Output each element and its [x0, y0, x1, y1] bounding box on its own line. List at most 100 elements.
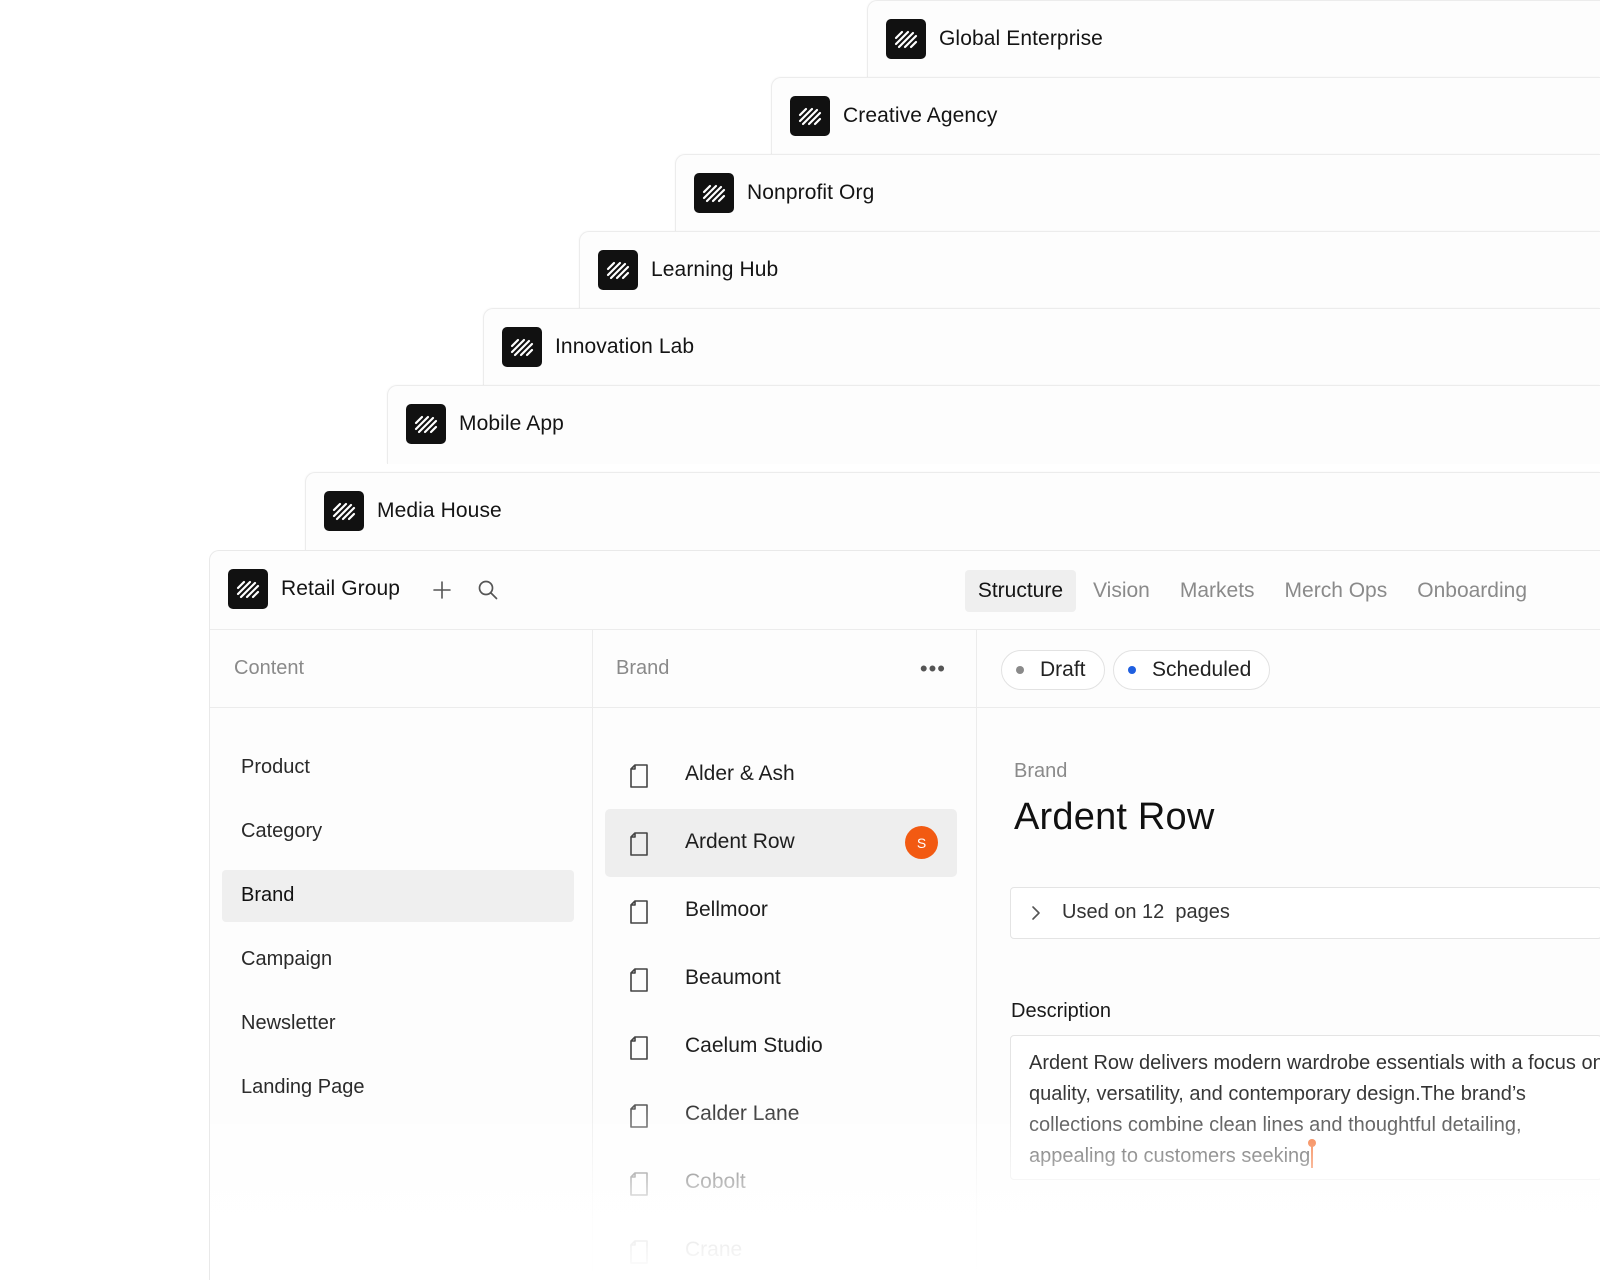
document-icon [630, 1240, 648, 1264]
brand-name: Crane [685, 1238, 743, 1261]
detail-panel: Draft Scheduled Brand Ardent Row Used on… [976, 630, 1600, 1280]
workspace-card-mobile-app[interactable]: Mobile App [387, 385, 1600, 464]
workspace-logo-icon [694, 173, 734, 213]
list-item[interactable]: Alder & Ash [605, 741, 957, 809]
workspace-card-creative-agency[interactable]: Creative Agency [771, 77, 1600, 156]
list-item[interactable]: Crane [605, 1217, 957, 1285]
tab-structure[interactable]: Structure [964, 570, 1077, 612]
tab-vision[interactable]: Vision [1080, 570, 1163, 612]
more-options-icon[interactable]: ••• [920, 656, 946, 682]
document-icon [630, 1172, 648, 1196]
workspace-name: Media House [377, 499, 502, 522]
workspace-card-learning-hub[interactable]: Learning Hub [579, 231, 1600, 310]
content-column-header: Content [210, 630, 592, 708]
nav-item-brand[interactable]: Brand [222, 870, 574, 922]
description-line-last: appealing to customers seeking [1029, 1138, 1317, 1172]
workspace-logo-icon [886, 19, 926, 59]
tab-bar: Structure Vision Markets Merch Ops Onboa… [964, 570, 1540, 612]
current-workspace[interactable]: Retail Group [228, 569, 400, 609]
workspace-name: Mobile App [459, 412, 564, 435]
cursor-handle-icon [1308, 1138, 1317, 1147]
brand-name: Ardent Row [685, 830, 795, 853]
draft-dot-icon [1016, 666, 1024, 674]
usage-expander[interactable]: Used on 12 pages [1010, 887, 1600, 939]
workspace-card-global-enterprise[interactable]: Global Enterprise [867, 0, 1600, 79]
workspace-name: Nonprofit Org [747, 181, 875, 204]
content-header-label: Content [234, 657, 305, 679]
workspace-logo-icon [790, 96, 830, 136]
description-field[interactable]: Ardent Row delivers modern wardrobe esse… [1010, 1035, 1600, 1180]
workspace-logo-icon [598, 250, 638, 290]
document-icon [630, 832, 648, 856]
document-icon [630, 764, 648, 788]
workspace-logo-icon [406, 404, 446, 444]
list-item-active[interactable]: Ardent Row S [605, 809, 957, 877]
status-pill-draft[interactable]: Draft [1001, 650, 1105, 690]
nav-item-product[interactable]: Product [222, 742, 574, 794]
nav-item-label: Landing Page [241, 1076, 365, 1098]
content-column: Content Product Category Brand Campaign … [210, 630, 593, 1280]
document-icon [630, 900, 648, 924]
avatar[interactable]: S [905, 826, 938, 859]
workspace-name: Global Enterprise [939, 27, 1103, 50]
nav-item-campaign[interactable]: Campaign [222, 934, 574, 986]
list-item[interactable]: Bellmoor [605, 877, 957, 945]
brand-column: Brand ••• Alder & Ash Ardent Row S Bellm… [592, 630, 977, 1280]
plus-icon [433, 581, 451, 599]
nav-item-label: Campaign [241, 948, 333, 970]
description-line: collections combine clean lines and thou… [1029, 1114, 1522, 1136]
brand-header-label: Brand [616, 657, 670, 679]
brand-name: Cobolt [685, 1170, 746, 1193]
workspace-name: Creative Agency [843, 104, 998, 127]
list-item[interactable]: Caelum Studio [605, 1013, 957, 1081]
chevron-right-icon [1032, 906, 1040, 920]
nav-item-label: Category [241, 820, 323, 842]
list-item[interactable]: Calder Lane [605, 1081, 957, 1149]
brand-name: Bellmoor [685, 898, 768, 921]
workspace-name: Innovation Lab [555, 335, 695, 358]
tab-onboarding[interactable]: Onboarding [1404, 570, 1540, 612]
status-label: Draft [1040, 658, 1086, 681]
workspace-card-media-house[interactable]: Media House [305, 472, 1600, 551]
tab-merch-ops[interactable]: Merch Ops [1272, 570, 1401, 612]
main-window: Retail Group Structure Vision Markets Me… [209, 550, 1600, 1280]
workspace-logo-icon [228, 569, 268, 609]
entry-type-label: Brand [1014, 760, 1068, 782]
status-label: Scheduled [1152, 658, 1252, 681]
nav-item-label: Product [241, 756, 310, 778]
workspace-card-nonprofit-org[interactable]: Nonprofit Org [675, 154, 1600, 233]
add-button[interactable] [429, 577, 455, 603]
scheduled-dot-icon [1128, 666, 1136, 674]
brand-column-header: Brand ••• [592, 630, 976, 708]
status-pill-scheduled[interactable]: Scheduled [1113, 650, 1271, 690]
nav-item-category[interactable]: Category [222, 806, 574, 858]
document-icon [630, 1036, 648, 1060]
document-icon [630, 968, 648, 992]
description-line: Ardent Row delivers modern wardrobe esse… [1029, 1052, 1600, 1074]
search-button[interactable] [475, 577, 501, 603]
usage-label: Used on 12 pages [1062, 901, 1230, 923]
workspace-logo-icon [324, 491, 364, 531]
list-item[interactable]: Beaumont [605, 945, 957, 1013]
list-item[interactable]: Cobolt [605, 1149, 957, 1217]
document-icon [630, 1104, 648, 1128]
workspace-name: Learning Hub [651, 258, 779, 281]
brand-name: Caelum Studio [685, 1034, 823, 1057]
nav-item-landing-page[interactable]: Landing Page [222, 1062, 574, 1114]
current-workspace-name: Retail Group [281, 577, 401, 600]
search-icon [478, 580, 498, 600]
description-label: Description [1011, 1000, 1112, 1022]
nav-item-label: Brand [241, 884, 295, 906]
brand-name: Alder & Ash [685, 762, 795, 785]
nav-item-label: Newsletter [241, 1012, 336, 1034]
top-bar: Retail Group Structure Vision Markets Me… [210, 551, 1600, 630]
nav-item-newsletter[interactable]: Newsletter [222, 998, 574, 1050]
description-line: quality, versatility, and contemporary d… [1029, 1083, 1526, 1105]
workspace-logo-icon [502, 327, 542, 367]
description-line: appealing to customers seeking [1029, 1145, 1311, 1167]
brand-name: Calder Lane [685, 1102, 800, 1125]
workspace-card-innovation-lab[interactable]: Innovation Lab [483, 308, 1600, 387]
tab-markets[interactable]: Markets [1167, 570, 1268, 612]
description-text: Ardent Row delivers modern wardrobe esse… [1029, 1048, 1600, 1172]
page-title: Ardent Row [1014, 796, 1215, 838]
